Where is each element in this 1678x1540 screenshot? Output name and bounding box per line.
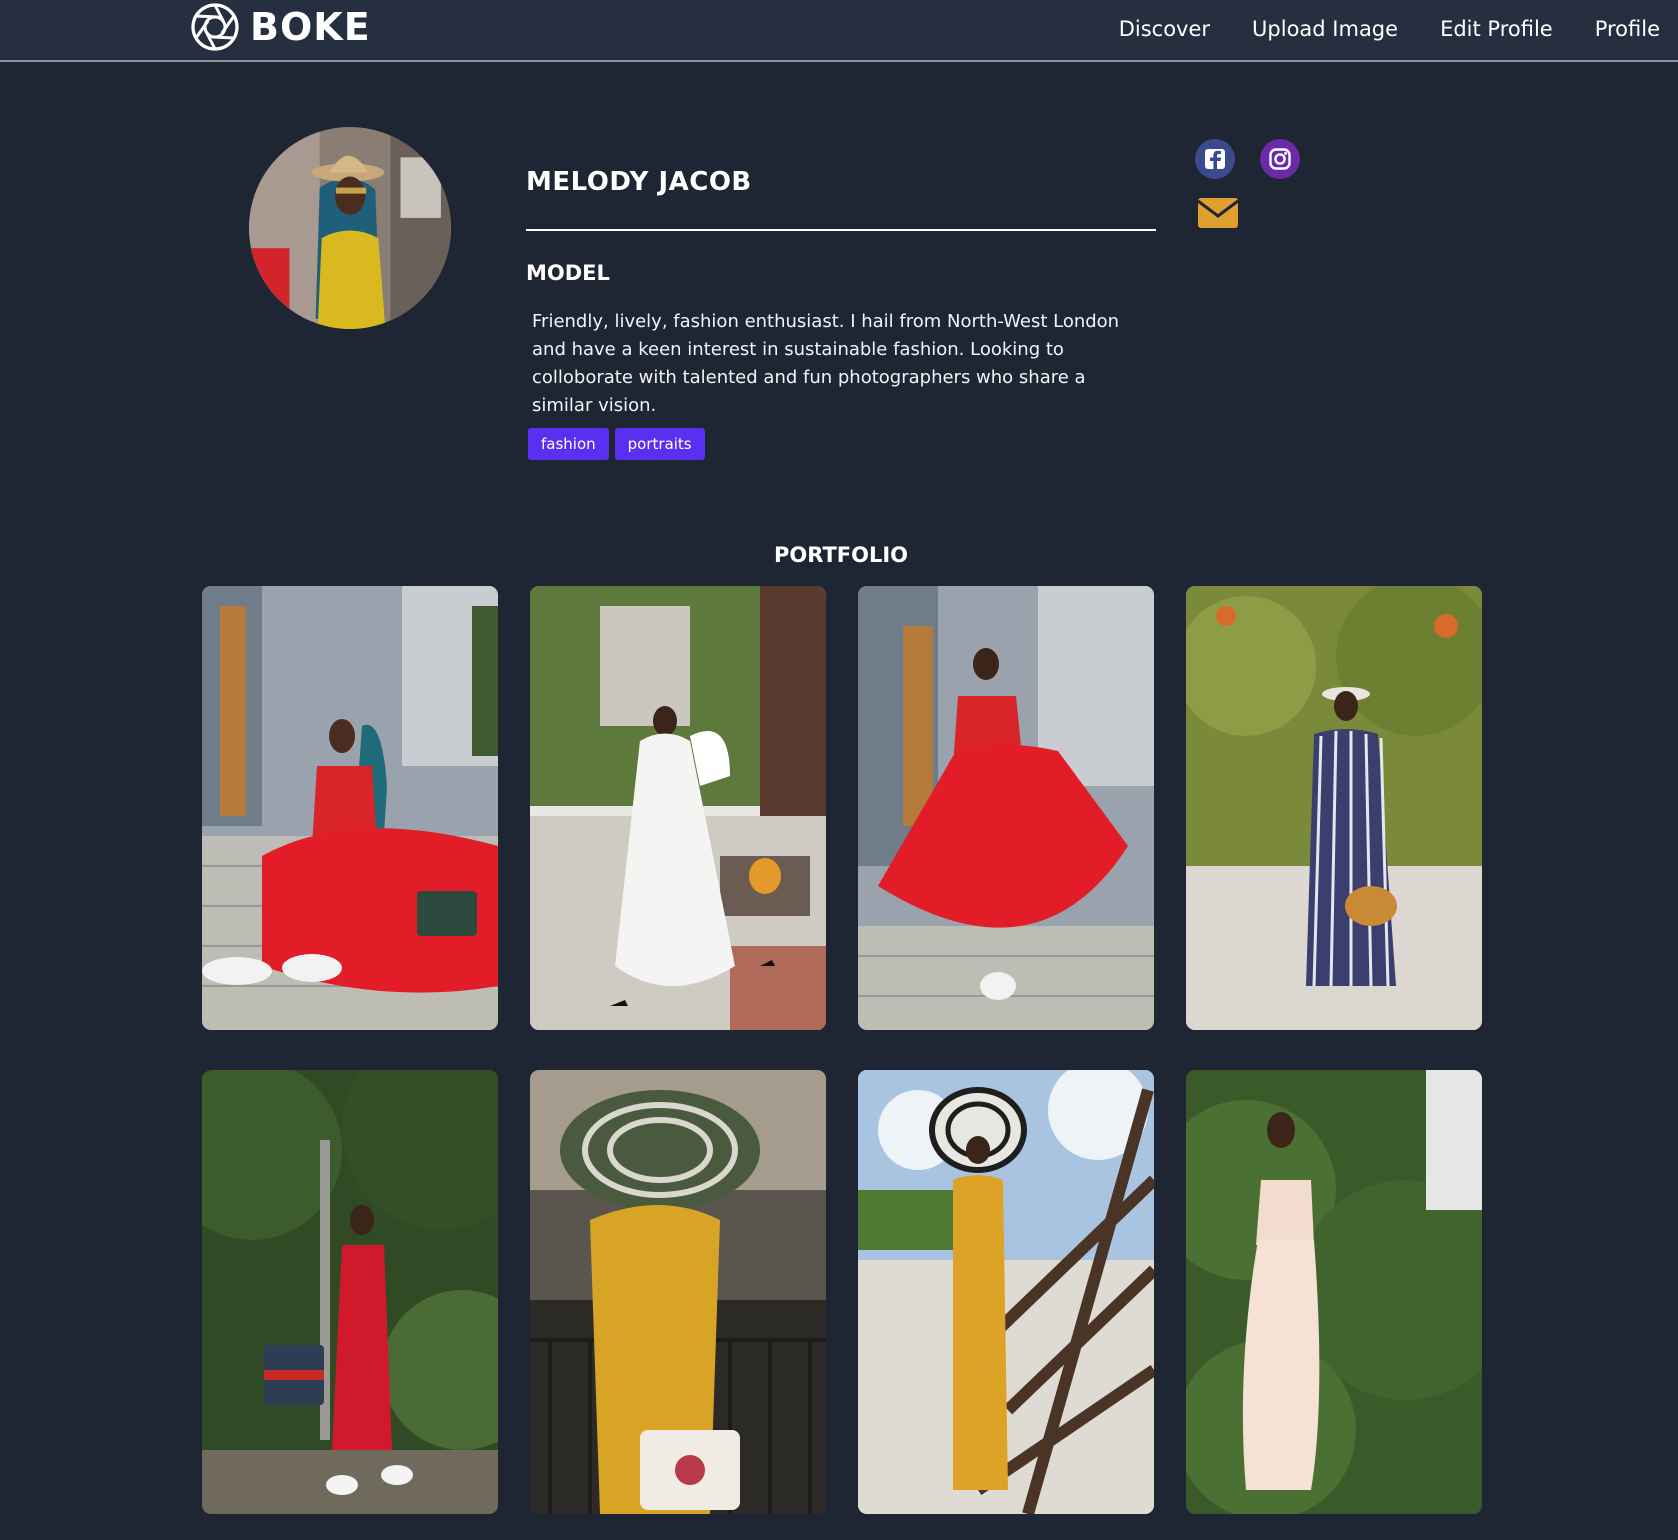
portfolio-photo-7[interactable] [858, 1070, 1154, 1514]
tag-list: fashion portraits [528, 428, 711, 460]
profile-role: MODEL [526, 261, 610, 285]
email-icon [1197, 198, 1239, 228]
brand-logo[interactable]: BOKE [190, 2, 371, 52]
instagram-icon [1260, 139, 1300, 179]
portfolio-photo-1[interactable] [202, 586, 498, 1030]
profile-name: MELODY JACOB [526, 167, 752, 197]
portfolio-photo-4[interactable] [1186, 586, 1482, 1030]
tag-fashion[interactable]: fashion [528, 428, 609, 460]
portfolio-photo-5[interactable] [202, 1070, 498, 1514]
nav-links: Discover Upload Image Edit Profile Profi… [1077, 0, 1660, 58]
email-link[interactable] [1197, 196, 1239, 230]
avatar [249, 127, 451, 329]
profile-bio: Friendly, lively, fashion enthusiast. I … [532, 311, 1120, 416]
portfolio-photo-3[interactable] [858, 586, 1154, 1030]
portfolio-photo-8[interactable] [1186, 1070, 1482, 1514]
tag-portraits[interactable]: portraits [614, 428, 705, 460]
brand-name: BOKE [250, 5, 371, 49]
nav-profile[interactable]: Profile [1595, 17, 1660, 41]
nav-upload-image[interactable]: Upload Image [1252, 17, 1398, 41]
facebook-link[interactable] [1195, 139, 1235, 179]
nav-edit-profile[interactable]: Edit Profile [1440, 17, 1553, 41]
aperture-icon [191, 3, 239, 51]
portfolio-photo-6[interactable] [530, 1070, 826, 1514]
instagram-link[interactable] [1260, 139, 1300, 179]
top-nav: BOKE Discover Upload Image Edit Profile … [0, 0, 1678, 62]
name-divider [526, 229, 1156, 231]
portfolio-photo-2[interactable] [530, 586, 826, 1030]
portfolio-title: PORTFOLIO [773, 543, 909, 567]
nav-discover[interactable]: Discover [1119, 17, 1210, 41]
facebook-icon [1195, 139, 1235, 179]
